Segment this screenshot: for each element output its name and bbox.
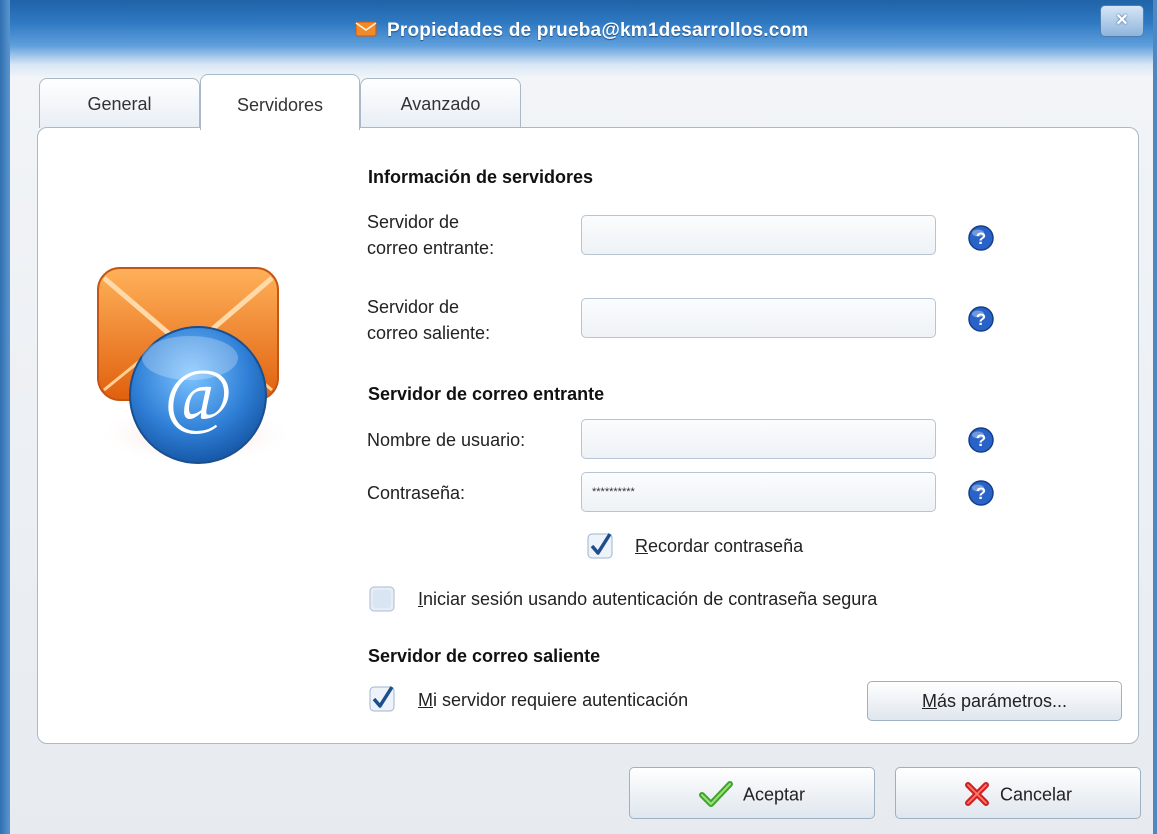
username-label: Nombre de usuario: [367,430,526,450]
outgoing-server-section-title: Servidor de correo saliente [368,646,601,666]
incoming-server-section-title: Servidor de correo entrante [368,384,605,404]
outgoing-server-label-line2: correo saliente: [367,323,491,343]
incoming-server-input[interactable] [581,215,936,255]
window-left-border [0,0,10,834]
server-requires-auth-accesskey: M [418,690,433,710]
server-requires-auth-text: i servidor requiere autenticación [433,690,689,710]
window-title: Propiedades de prueba@km1desarrollos.com [387,20,809,41]
tab-avanzado[interactable]: Avanzado [360,78,521,128]
remember-password-text: ecordar contraseña [648,536,804,556]
servers-info-title: Información de servidores [368,167,594,187]
outgoing-server-label-line1: Servidor de [367,297,460,317]
tab-servidores[interactable]: Servidores [200,74,360,130]
remember-password-accesskey: R [635,536,648,556]
secure-auth-checkbox[interactable] [369,586,395,612]
username-input[interactable] [581,419,936,459]
svg-text:?: ? [976,484,986,503]
checkmark-icon [698,781,733,808]
remember-password-checkbox[interactable] [587,533,613,559]
email-at-illustration: @ [90,260,300,480]
secure-auth-label[interactable]: Iniciar sesión usando autenticación de c… [418,589,877,610]
tab-general[interactable]: General [39,78,200,128]
svg-text:?: ? [976,431,986,450]
red-x-icon [964,782,989,807]
svg-text:?: ? [976,310,986,329]
close-button[interactable]: × [1100,5,1144,37]
cancel-button-label: Cancelar [999,784,1073,805]
cancel-button[interactable]: Cancelar [895,767,1141,819]
title-wrap: Propiedades de prueba@km1desarrollos.com [10,20,1153,42]
help-icon[interactable]: ? [967,479,995,507]
server-requires-auth-label[interactable]: Mi servidor requiere autenticación [418,690,688,711]
remember-password-label[interactable]: Recordar contraseña [635,536,803,557]
title-bar[interactable]: Propiedades de prueba@km1desarrollos.com [10,0,1153,76]
outgoing-server-input[interactable] [581,298,936,338]
more-parameters-accesskey: M [921,691,937,711]
window-right-border [1153,0,1157,834]
properties-window: Propiedades de prueba@km1desarrollos.com… [0,0,1157,834]
svg-text:?: ? [976,229,986,248]
server-requires-auth-checkbox[interactable] [369,686,395,712]
ok-button-label: Aceptar [742,784,806,805]
secure-auth-text: niciar sesión usando autenticación de co… [423,589,878,609]
password-label: Contraseña: [367,483,466,503]
incoming-server-label-line2: correo entrante: [367,238,495,258]
svg-text:@: @ [164,355,232,437]
help-icon[interactable]: ? [967,426,995,454]
ok-button[interactable]: Aceptar [629,767,875,819]
password-input[interactable]: ********** [581,472,936,512]
more-parameters-text: ás parámetros... [936,691,1068,711]
help-icon[interactable]: ? [967,305,995,333]
help-icon[interactable]: ? [967,224,995,252]
envelope-icon [355,21,377,42]
more-parameters-button[interactable]: Más parámetros... [867,681,1122,721]
incoming-server-label-line1: Servidor de [367,212,460,232]
